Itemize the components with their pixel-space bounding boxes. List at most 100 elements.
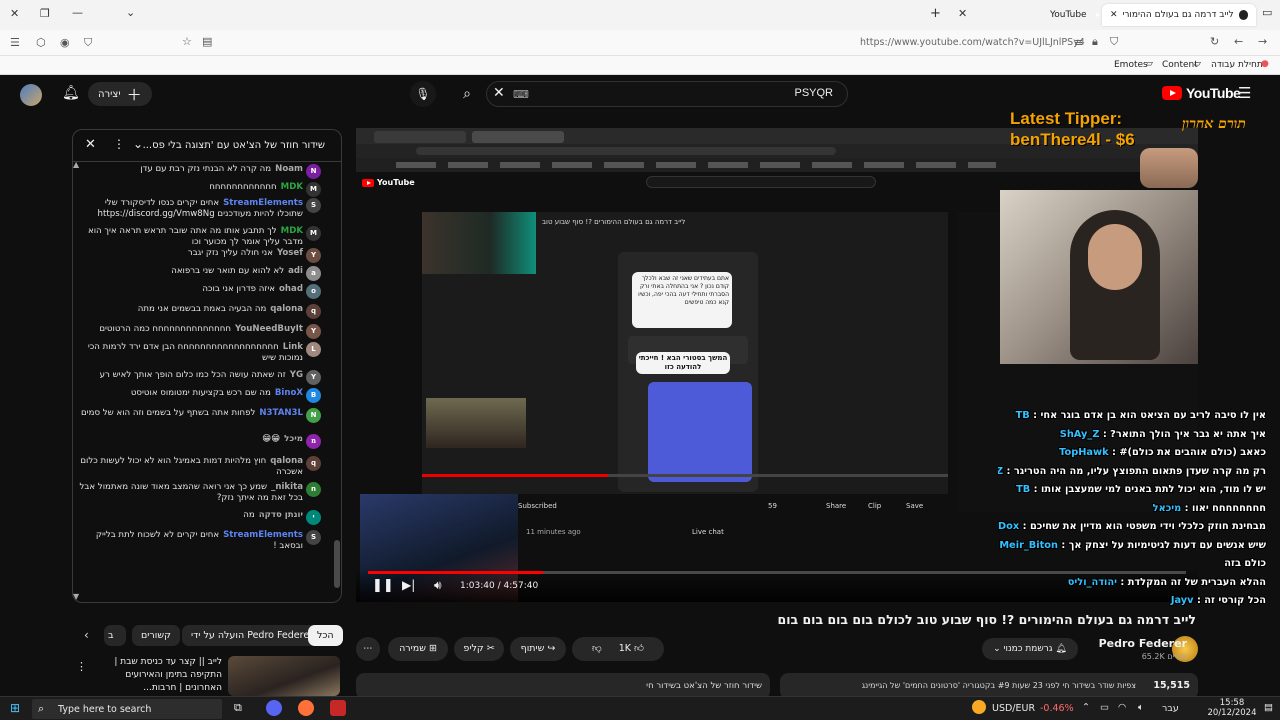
avatar[interactable]: o bbox=[306, 284, 321, 299]
avatar[interactable]: q bbox=[306, 456, 321, 471]
forward-arrow-icon[interactable]: → bbox=[1258, 35, 1267, 48]
shield-icon[interactable]: ⛉ bbox=[84, 36, 92, 50]
chat-author[interactable]: Noam bbox=[275, 164, 303, 174]
firefox-icon[interactable] bbox=[298, 700, 314, 716]
avatar[interactable]: n bbox=[306, 482, 321, 497]
task-view-icon[interactable]: ⧉ bbox=[234, 701, 242, 715]
create-button[interactable]: יצירה ＋ bbox=[88, 82, 152, 106]
reload-icon[interactable]: ↻ bbox=[1210, 35, 1219, 48]
restore-window-icon[interactable]: ❐ bbox=[40, 7, 50, 20]
chat-author[interactable]: יונתן סדקה bbox=[259, 510, 303, 520]
youtube-logo[interactable]: YouTube bbox=[1162, 85, 1241, 101]
share-button[interactable]: שיתוף ↪ bbox=[510, 637, 566, 661]
scroll-down-icon[interactable]: ▼ bbox=[73, 592, 79, 601]
bookmark-emotes[interactable]: Emotes bbox=[1114, 60, 1148, 70]
scroll-up-icon[interactable]: ▲ bbox=[73, 160, 79, 169]
avatar[interactable]: י bbox=[306, 510, 321, 525]
recommended-video-thumbnail[interactable] bbox=[228, 656, 340, 696]
url-field[interactable]: https://www.youtube.com/watch?v=UJlLJnlP… bbox=[860, 37, 1085, 48]
chat-author[interactable]: MDK bbox=[281, 182, 303, 192]
chat-author[interactable]: ohad bbox=[279, 284, 303, 294]
close-chat-icon[interactable]: ✕ bbox=[85, 137, 96, 152]
chips-prev-chevron-icon[interactable]: ‹ bbox=[84, 628, 89, 642]
search-input[interactable]: PSYQR bbox=[794, 87, 833, 99]
subscribed-button[interactable]: ⌄ גרשמת כמנוי 🔔︎ bbox=[982, 638, 1078, 660]
avatar[interactable]: a bbox=[306, 266, 321, 281]
back-arrow-icon[interactable]: ← bbox=[1234, 35, 1243, 48]
close-tab-icon[interactable]: ✕ bbox=[958, 7, 967, 20]
chip-partial[interactable]: ב bbox=[104, 625, 126, 646]
avatar[interactable]: Y bbox=[306, 248, 321, 263]
avatar[interactable]: M bbox=[306, 226, 321, 241]
chat-author[interactable]: StreamElements bbox=[223, 198, 303, 208]
more-options-icon[interactable]: ⋮ bbox=[113, 137, 125, 151]
chip-all[interactable]: הכל bbox=[308, 625, 343, 646]
dislike-icon[interactable]: 👎︎ bbox=[592, 643, 602, 654]
avatar[interactable]: N bbox=[306, 164, 321, 179]
network-icon[interactable]: ▭ bbox=[1100, 702, 1109, 713]
bookmark-getting-started[interactable]: תחילת עבודה bbox=[1211, 60, 1263, 70]
chat-author[interactable]: qalona bbox=[270, 456, 303, 466]
account-icon[interactable]: ◉ bbox=[60, 36, 70, 49]
tab-list-chevron-icon[interactable]: ⌄ bbox=[126, 6, 135, 19]
chat-author[interactable]: nikita_ bbox=[271, 482, 303, 492]
search-box[interactable]: ✕ ⌨ PSYQR bbox=[486, 81, 848, 107]
pause-icon[interactable]: ❚❚ bbox=[372, 578, 394, 593]
avatar[interactable]: q bbox=[306, 304, 321, 319]
close-tab-icon[interactable]: ✕ bbox=[1110, 10, 1118, 20]
chip-related[interactable]: קשורים bbox=[132, 625, 180, 646]
reader-view-icon[interactable]: ▤ bbox=[202, 35, 212, 48]
windows-start-icon[interactable]: ⊞ bbox=[10, 701, 20, 715]
chat-author[interactable]: מיכל bbox=[284, 434, 303, 444]
avatar[interactable]: Y bbox=[306, 370, 321, 385]
tab-current-video[interactable]: ✕ לייב דרמה גם בעולם ההימורים ?! סוף bbox=[1102, 4, 1256, 26]
more-options-icon[interactable]: ⋮ bbox=[76, 660, 87, 673]
next-video-icon[interactable]: ▶| bbox=[402, 578, 415, 592]
notifications-bell-icon[interactable]: 🔔︎ bbox=[62, 85, 80, 101]
lock-icon[interactable]: 🔒︎ bbox=[1092, 35, 1098, 49]
save-button[interactable]: שמירה ⊞ bbox=[388, 637, 448, 661]
avatar[interactable]: L bbox=[306, 342, 321, 357]
close-window-icon[interactable]: ✕ bbox=[10, 7, 19, 20]
chevron-up-icon[interactable]: ⌃ bbox=[1082, 702, 1090, 713]
chat-title[interactable]: שידור חוזר של הצ'אט עם 'תצוגה בלי פס... bbox=[143, 140, 325, 151]
hamburger-menu-icon[interactable]: ☰ bbox=[1238, 84, 1251, 102]
chat-author[interactable]: N3TAN3L bbox=[259, 408, 303, 418]
avatar[interactable] bbox=[20, 84, 42, 106]
search-icon[interactable]: ⌕ bbox=[452, 81, 482, 107]
chat-author[interactable]: YG bbox=[290, 370, 303, 380]
extensions-icon[interactable]: ⬡ bbox=[36, 36, 46, 49]
chat-author[interactable]: qalona bbox=[270, 304, 303, 314]
like-count[interactable]: 1K bbox=[619, 643, 631, 654]
wifi-icon[interactable]: ◠ bbox=[1118, 702, 1126, 713]
chat-author[interactable]: BinoX bbox=[275, 388, 303, 398]
clear-search-icon[interactable]: ✕ bbox=[493, 85, 505, 101]
avatar[interactable]: B bbox=[306, 388, 321, 403]
menu-icon[interactable]: ☰ bbox=[10, 36, 20, 49]
chip-uploaded-by[interactable]: הועלה על ידי Pedro Federer bbox=[182, 625, 323, 646]
bookmark-content[interactable]: Content bbox=[1162, 60, 1198, 70]
minimize-window-icon[interactable]: — bbox=[72, 6, 83, 19]
channel-name[interactable]: Pedro Federer bbox=[1099, 637, 1187, 650]
volume-icon[interactable]: 🔈︎ bbox=[1138, 702, 1144, 713]
chat-author[interactable]: MDK bbox=[281, 226, 303, 236]
page-info-icon[interactable]: ≡ bbox=[1074, 36, 1083, 49]
avatar[interactable]: S bbox=[306, 530, 321, 545]
avatar[interactable]: S bbox=[306, 198, 321, 213]
chat-author[interactable]: StreamElements bbox=[223, 530, 303, 540]
avatar[interactable]: Y bbox=[306, 324, 321, 339]
avatar[interactable]: N bbox=[306, 408, 321, 423]
discord-icon[interactable] bbox=[266, 700, 282, 716]
tab-actions-icon[interactable]: ▭ bbox=[1262, 6, 1272, 19]
chat-author[interactable]: adi bbox=[288, 266, 303, 276]
more-actions-button[interactable]: ⋯ bbox=[356, 637, 380, 661]
clock[interactable]: 15:58 20/12/2024 bbox=[1206, 698, 1258, 718]
notification-center-icon[interactable]: ▤ bbox=[1264, 702, 1273, 713]
like-icon[interactable]: 👍︎ bbox=[634, 643, 644, 654]
chat-author[interactable]: Link bbox=[283, 342, 303, 352]
recommended-video-title[interactable]: לייב || קצר עד כניסת שבת | התקיפה בתימן … bbox=[92, 656, 222, 692]
bookmark-star-icon[interactable]: ☆ bbox=[182, 35, 192, 48]
taskbar-search[interactable]: ⌕ Type here to search bbox=[32, 699, 222, 719]
chat-scroll-thumb[interactable] bbox=[334, 540, 340, 588]
voice-search-mic-icon[interactable]: 🎙︎ bbox=[410, 81, 436, 107]
